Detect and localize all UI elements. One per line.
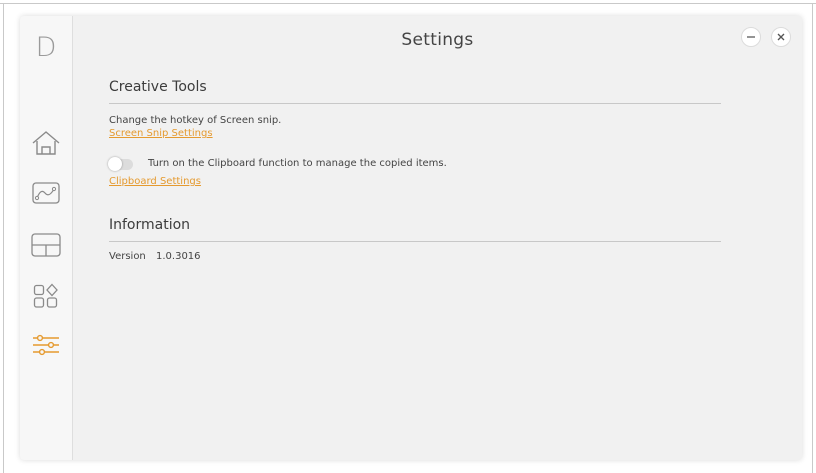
clipboard-settings-link[interactable]: Clipboard Settings: [109, 176, 201, 187]
information-divider: [109, 241, 721, 242]
version-value: 1.0.3016: [156, 251, 201, 262]
frame-left-line: [3, 3, 4, 473]
close-icon: [777, 33, 785, 41]
sidebar-item-home[interactable]: [30, 127, 62, 159]
minimize-icon: [747, 36, 755, 38]
sidebar-item-layout[interactable]: [30, 229, 62, 261]
creative-tools-divider: [109, 103, 721, 104]
frame-top-line: [0, 3, 816, 4]
settings-window: D Settings Creative Tools Change the hot…: [20, 16, 802, 460]
layout-icon: [31, 233, 61, 257]
app-logo: D: [35, 32, 57, 63]
page-title: Settings: [401, 30, 474, 50]
sidebar-item-apps[interactable]: [30, 280, 62, 312]
clipboard-toggle-label: Turn on the Clipboard function to manage…: [148, 158, 447, 169]
drawing-icon: [32, 182, 60, 204]
minimize-button[interactable]: [741, 27, 761, 47]
sidebar-item-settings[interactable]: [30, 329, 62, 361]
creative-tools-heading: Creative Tools: [109, 79, 207, 95]
sidebar: D: [20, 16, 73, 460]
information-heading: Information: [109, 217, 191, 233]
sidebar-item-drawing[interactable]: [30, 177, 62, 209]
frame-right-line: [812, 3, 813, 473]
clipboard-toggle-knob: [108, 157, 122, 171]
version-label: Version: [109, 251, 146, 262]
screen-snip-settings-link[interactable]: Screen Snip Settings: [109, 128, 213, 139]
close-button[interactable]: [771, 27, 791, 47]
clipboard-toggle[interactable]: [108, 157, 133, 171]
apps-icon: [33, 283, 58, 308]
home-icon: [32, 131, 60, 155]
settings-sliders-icon: [33, 334, 59, 356]
screen-snip-description: Change the hotkey of Screen snip.: [109, 115, 282, 126]
